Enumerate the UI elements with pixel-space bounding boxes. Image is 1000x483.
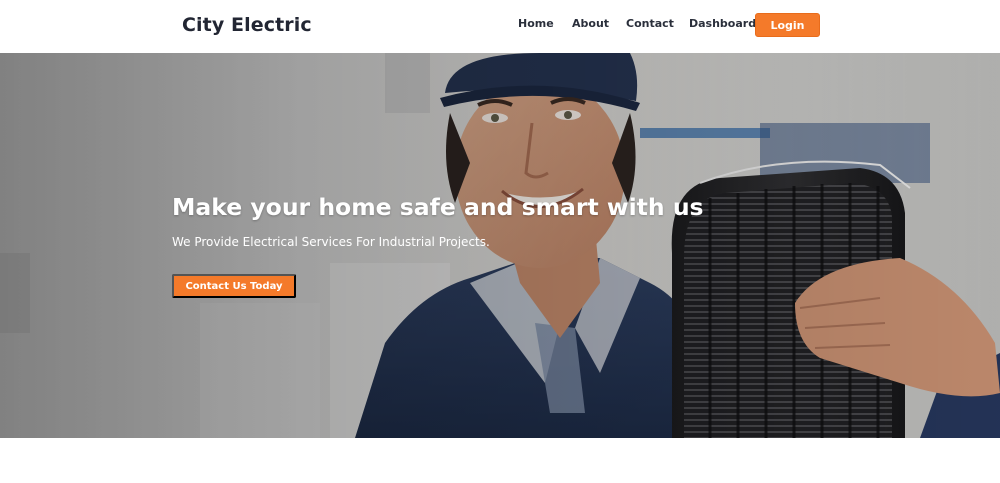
- contact-us-button[interactable]: Contact Us Today: [172, 274, 296, 298]
- navbar: City Electric Home About Contact Dashboa…: [0, 0, 1000, 53]
- login-button[interactable]: Login: [755, 13, 820, 37]
- nav-link-contact[interactable]: Contact: [626, 17, 674, 30]
- nav-link-home[interactable]: Home: [518, 17, 554, 30]
- nav-link-dashboard[interactable]: Dashboard: [689, 17, 756, 30]
- hero-section: Make your home safe and smart with us We…: [0, 53, 1000, 438]
- brand-logo[interactable]: City Electric: [182, 14, 312, 36]
- hero-overlay: [0, 53, 1000, 438]
- hero-subtitle: We Provide Electrical Services For Indus…: [172, 235, 490, 249]
- hero-title: Make your home safe and smart with us: [172, 193, 704, 221]
- nav-link-about[interactable]: About: [572, 17, 609, 30]
